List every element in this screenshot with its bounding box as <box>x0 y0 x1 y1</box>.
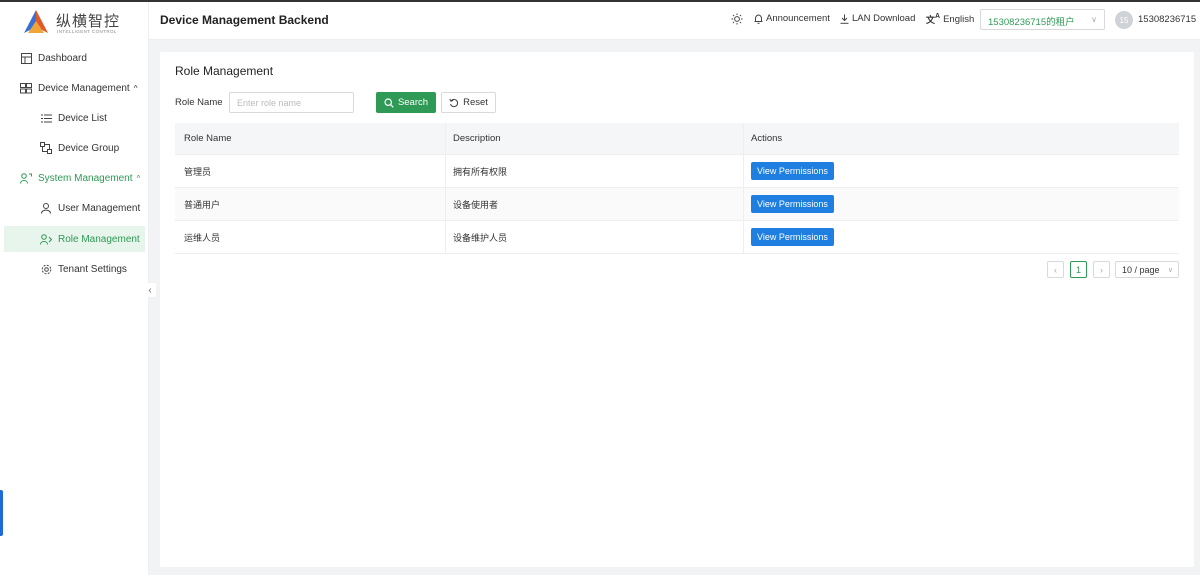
lan-download-button[interactable]: LAN Download <box>840 13 915 24</box>
dashboard-icon <box>20 52 32 64</box>
language-label: English <box>943 14 975 25</box>
reset-icon <box>449 98 459 108</box>
table-header: Role Name Description Actions <box>175 123 1179 155</box>
sidebar-item-device-management[interactable]: Device Management ^ <box>4 75 145 101</box>
user-icon <box>40 202 52 214</box>
avatar[interactable]: 15 <box>1115 11 1133 29</box>
column-divider <box>743 155 744 187</box>
logo-icon <box>24 10 48 33</box>
column-divider <box>445 221 446 253</box>
actions-cell: View Permissions <box>751 221 834 253</box>
view-permissions-button[interactable]: View Permissions <box>751 162 834 180</box>
page-title: Role Management <box>175 64 274 78</box>
brand-tagline: INTELLIGENT CONTROL <box>57 29 117 34</box>
table-row: 普通用户 设备使用者 View Permissions <box>175 188 1179 221</box>
sidebar-item-device-group[interactable]: Device Group <box>4 135 145 161</box>
column-divider <box>743 188 744 220</box>
column-divider <box>445 155 446 187</box>
theme-toggle-button[interactable] <box>731 13 746 25</box>
page-size-select[interactable]: 10 / page ∨ <box>1115 261 1179 278</box>
role-name-cell: 普通用户 <box>184 199 221 210</box>
content-card: Role Management Role Name Enter role nam… <box>160 52 1194 567</box>
page-header-title: Device Management Backend <box>160 13 329 27</box>
sidebar-item-label: Device Group <box>58 142 120 154</box>
sun-icon <box>731 13 743 25</box>
role-name-filter-label: Role Name <box>175 97 223 108</box>
chevron-down-icon: ∨ <box>1091 15 1097 24</box>
sidebar-item-device-list[interactable]: Device List <box>4 105 145 131</box>
description-cell: 设备使用者 <box>453 199 499 210</box>
pagination-page-button[interactable]: 1 <box>1070 261 1087 278</box>
chevron-up-icon: ^ <box>133 83 138 93</box>
download-icon <box>840 14 849 24</box>
list-icon <box>40 112 52 124</box>
sidebar-item-tenant-settings[interactable]: Tenant Settings <box>4 256 145 282</box>
chevron-left-icon: ‹ <box>1054 264 1057 275</box>
pagination-prev-button[interactable]: ‹ <box>1047 261 1064 278</box>
username[interactable]: 15308236715 <box>1138 14 1196 25</box>
translate-icon: 文A <box>926 13 941 25</box>
chevron-down-icon: ∨ <box>1167 266 1173 274</box>
role-name-cell: 管理员 <box>184 166 212 177</box>
sidebar-item-label: Tenant Settings <box>58 263 127 275</box>
role-name-input[interactable]: Enter role name <box>229 92 354 113</box>
column-header-description: Description <box>453 133 501 144</box>
actions-cell: View Permissions <box>751 155 834 187</box>
bell-icon <box>754 13 763 24</box>
sidebar-item-label: User Management <box>58 202 141 214</box>
side-handle[interactable] <box>0 490 3 536</box>
table-row: 管理员 拥有所有权限 View Permissions <box>175 155 1179 188</box>
sidebar-collapse-button[interactable]: ‹ <box>144 283 156 297</box>
column-divider <box>743 221 744 253</box>
view-permissions-button[interactable]: View Permissions <box>751 228 834 246</box>
sidebar-item-label: Dashboard <box>38 52 87 64</box>
gear-icon <box>40 263 52 275</box>
sidebar-item-label: Device List <box>58 112 107 124</box>
sidebar-item-label: Device Management <box>38 82 130 94</box>
sidebar-item-role-management[interactable]: Role Management <box>4 226 145 252</box>
column-divider <box>743 123 744 154</box>
actions-cell: View Permissions <box>751 188 834 220</box>
column-divider <box>445 188 446 220</box>
sidebar-item-dashboard[interactable]: Dashboard <box>4 45 145 71</box>
column-divider <box>445 123 446 154</box>
language-switch-button[interactable]: 文A English <box>926 13 974 26</box>
roles-table: Role Name Description Actions 管理员 拥有所有权限… <box>175 123 1179 254</box>
column-header-actions: Actions <box>751 133 783 144</box>
page-size-value: 10 / page <box>1122 264 1160 275</box>
lan-download-label: LAN Download <box>852 13 916 24</box>
reset-button-label: Reset <box>463 97 488 108</box>
top-header: Device Management Backend Announcement L… <box>149 2 1200 40</box>
users-cog-icon <box>20 172 32 184</box>
search-icon <box>384 97 394 108</box>
tenant-select[interactable]: 15308236715的租户 ∨ <box>980 9 1105 30</box>
view-permissions-button[interactable]: View Permissions <box>751 195 834 213</box>
sidebar: 纵横智控 INTELLIGENT CONTROL Dashboard Devic… <box>0 2 149 575</box>
group-icon <box>40 142 52 154</box>
search-button-label: Search <box>397 97 429 108</box>
sidebar-item-system-management[interactable]: System Management ^ <box>4 165 145 191</box>
role-name-cell: 运维人员 <box>184 232 221 243</box>
description-cell: 拥有所有权限 <box>453 166 508 177</box>
pagination-next-button[interactable]: › <box>1093 261 1110 278</box>
reset-button[interactable]: Reset <box>441 92 496 113</box>
announcement-label: Announcement <box>766 13 830 24</box>
chevron-up-icon: ^ <box>136 173 141 183</box>
role-icon <box>40 233 52 245</box>
brand-name: 纵横智控 <box>56 12 121 30</box>
column-header-role-name: Role Name <box>184 133 232 144</box>
chevron-right-icon: › <box>1100 264 1103 275</box>
devices-icon <box>20 82 32 94</box>
table-row: 运维人员 设备维护人员 View Permissions <box>175 221 1179 254</box>
description-cell: 设备维护人员 <box>453 232 508 243</box>
sidebar-item-label: System Management <box>38 172 133 184</box>
sidebar-item-label: Role Management <box>58 233 140 245</box>
sidebar-item-user-management[interactable]: User Management <box>4 195 145 221</box>
search-button[interactable]: Search <box>376 92 436 113</box>
logo: 纵横智控 INTELLIGENT CONTROL <box>22 8 132 38</box>
announcement-button[interactable]: Announcement <box>754 13 830 24</box>
tenant-selected-value: 15308236715的租户 <box>988 17 1075 28</box>
